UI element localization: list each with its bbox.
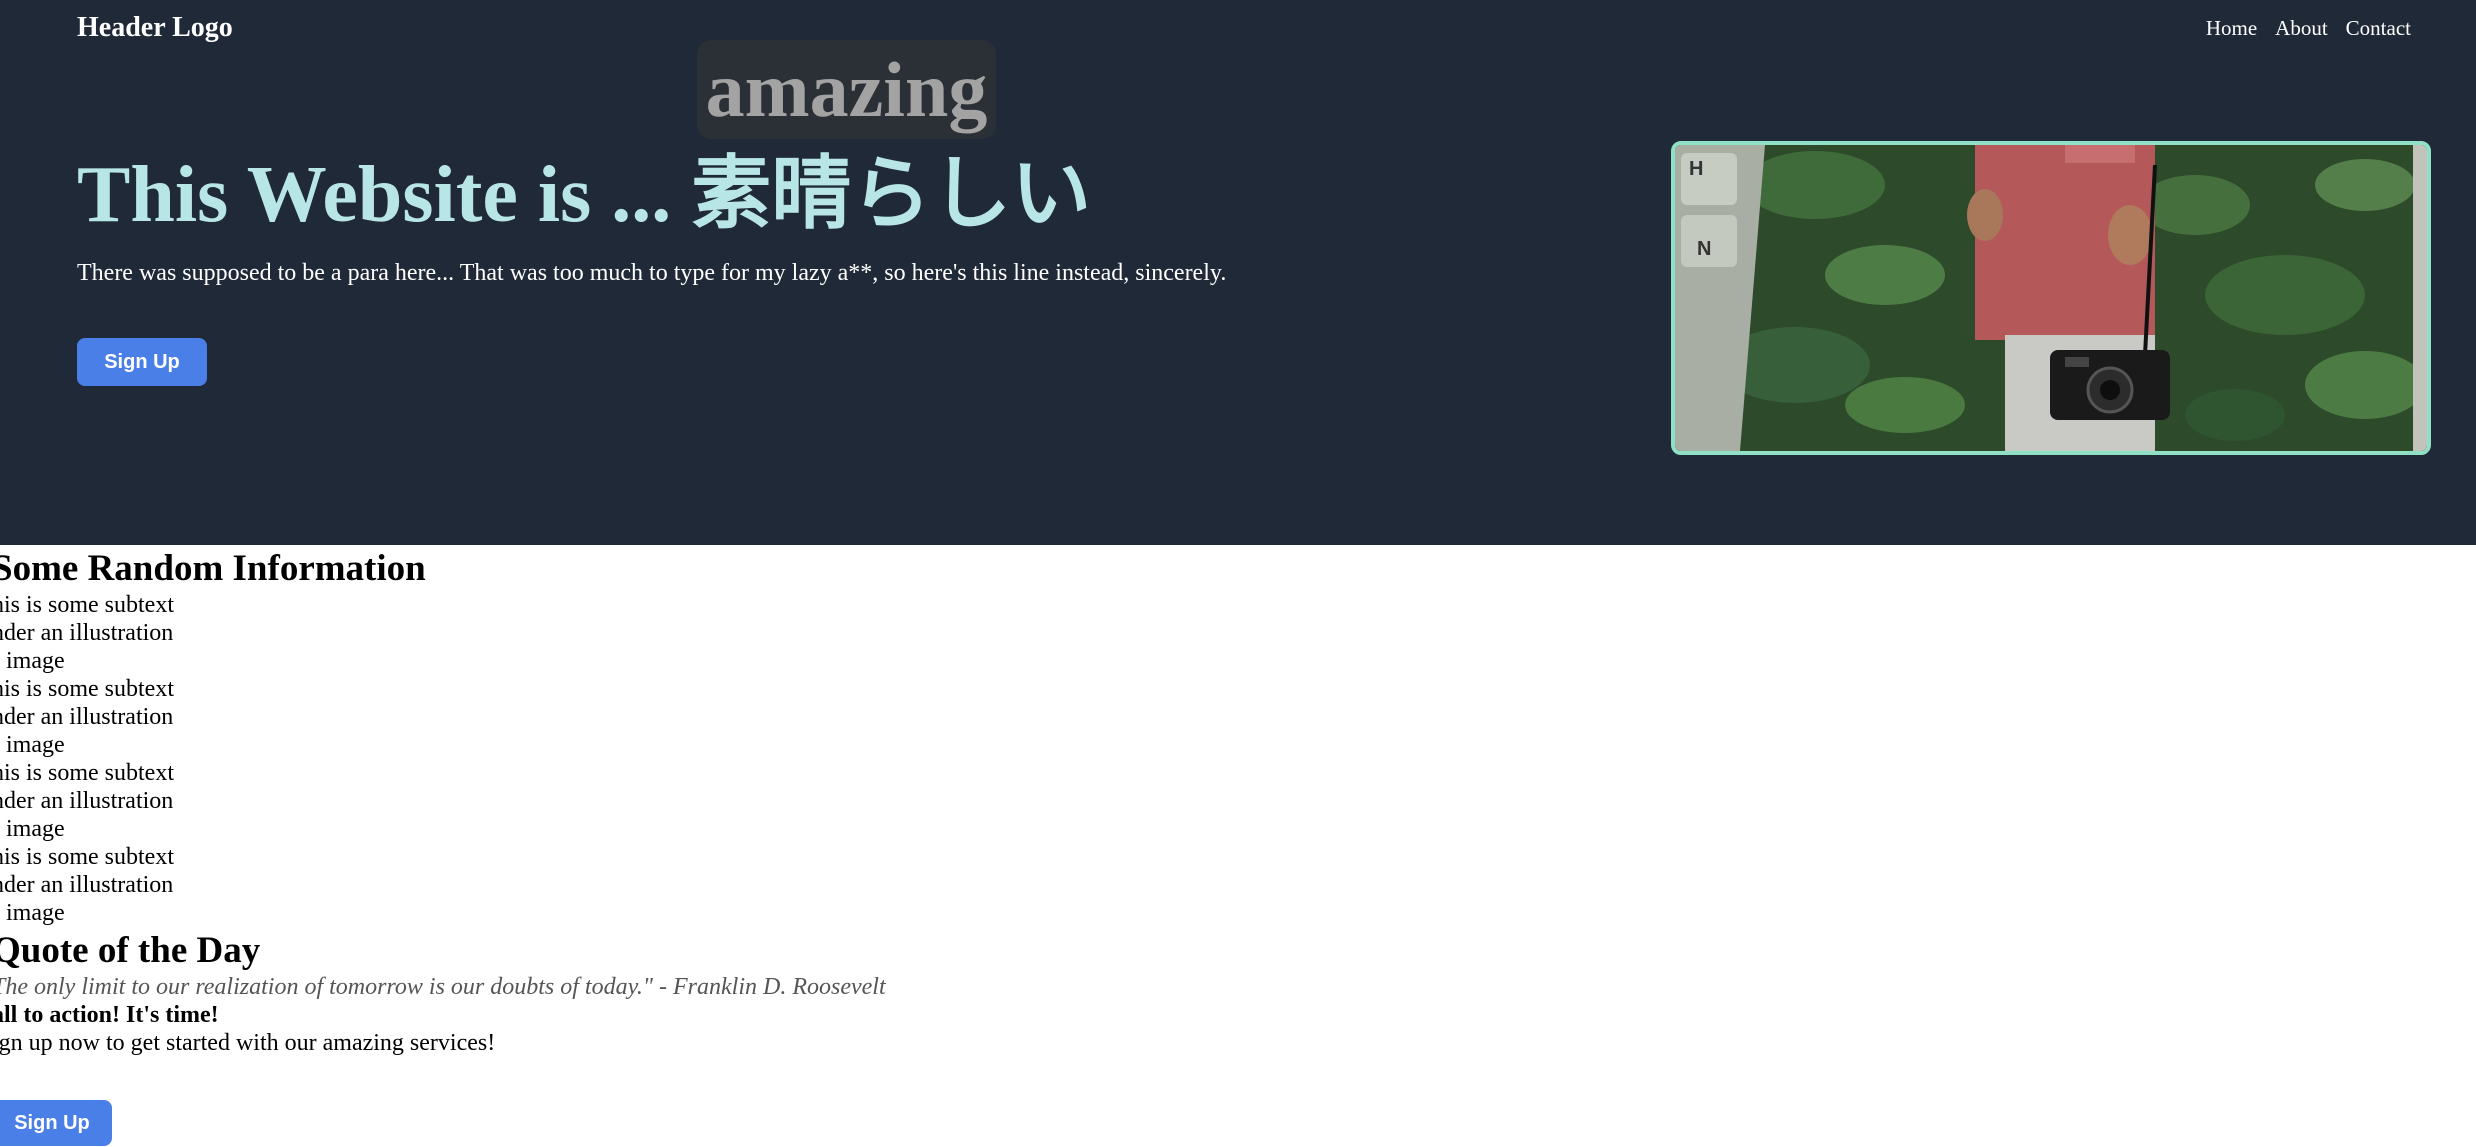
info-subtext: nder an illustration [0,872,174,898]
main-content: Some Random Information his is some subt… [0,545,2468,1057]
info-subtext: r image [0,732,65,758]
cta-sign-up-button[interactable]: Sign Up [0,1100,112,1146]
main-nav: Home About Contact [2206,16,2411,41]
svg-text:H: H [1689,158,1703,180]
cta-text: ign up now to get started with our amazi… [0,1030,496,1056]
info-item: his is some subtext nder an illustration… [0,675,2468,759]
photo-illustration: H N [1675,145,2427,451]
info-subtext: his is some subtext [0,676,175,702]
hero-title-english: This Website is ... [77,151,692,239]
nav-home[interactable]: Home [2206,16,2257,41]
hero-image: H N [1671,141,2431,455]
info-item: his is some subtext nder an illustration… [0,759,2468,843]
svg-text:N: N [1697,238,1711,260]
hero-paragraph: There was supposed to be a para here... … [77,260,1227,286]
floating-word-badge: amazing [697,40,996,139]
info-heading: Some Random Information [0,548,426,589]
info-subtext: nder an illustration [0,704,174,730]
info-subtext: his is some subtext [0,760,175,786]
info-item: his is some subtext nder an illustration… [0,591,2468,675]
info-subtext: r image [0,900,65,926]
info-subtext: r image [0,816,65,842]
nav-contact[interactable]: Contact [2346,16,2411,41]
hero-section: Header Logo Home About Contact amazing T… [0,0,2476,545]
info-subtext: nder an illustration [0,620,174,646]
hero-title: This Website is ... 素晴らしい [77,151,1091,239]
info-item: his is some subtext nder an illustration… [0,843,2468,927]
info-subtext: his is some subtext [0,844,175,870]
info-subtext: nder an illustration [0,788,174,814]
quote-text: The only limit to our realization of tom… [0,974,886,1000]
info-subtext: his is some subtext [0,592,175,618]
hero-sign-up-button[interactable]: Sign Up [77,338,207,386]
header-logo[interactable]: Header Logo [77,12,233,44]
hero-title-japanese: 素晴らしい [691,147,1092,240]
quote-heading: Quote of the Day [0,930,261,971]
nav-about[interactable]: About [2275,16,2328,41]
info-subtext: r image [0,648,65,674]
cta-title: all to action! It's time! [0,1002,219,1028]
